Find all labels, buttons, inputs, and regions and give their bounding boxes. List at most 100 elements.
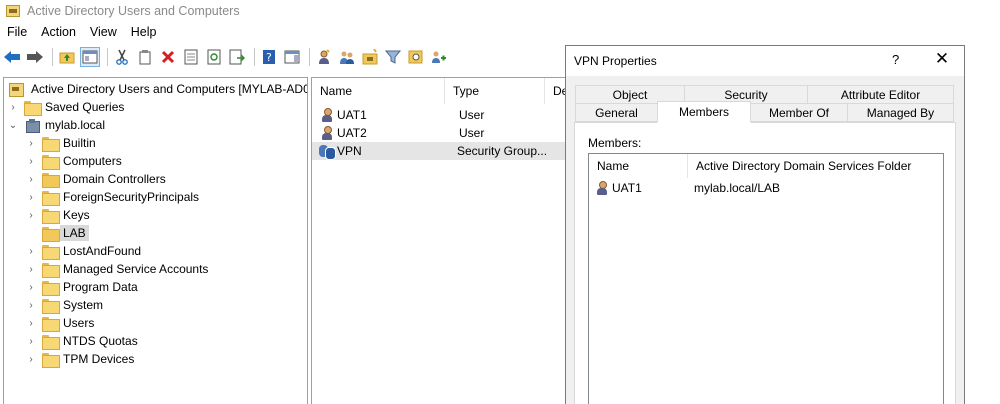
show-action-pane-icon[interactable] bbox=[282, 47, 302, 67]
new-user-icon[interactable] bbox=[314, 47, 334, 67]
column-header-name[interactable]: Name bbox=[589, 154, 688, 178]
folder-icon bbox=[42, 280, 60, 296]
dialog-title-bar[interactable]: VPN Properties ? ✕ bbox=[566, 46, 964, 76]
tree-item-managed-service-accounts[interactable]: › Managed Service Accounts bbox=[26, 260, 211, 278]
tree-item-computers[interactable]: › Computers bbox=[26, 152, 125, 170]
item-type: User bbox=[459, 108, 485, 122]
tree-item-domain[interactable]: ⌄ mylab.local bbox=[8, 116, 108, 134]
member-row[interactable]: UAT1 mylab.local/LAB bbox=[589, 179, 943, 197]
find-icon[interactable] bbox=[406, 47, 426, 67]
tab-general[interactable]: General bbox=[575, 103, 658, 122]
chevron-right-icon[interactable]: › bbox=[26, 314, 36, 332]
item-name: VPN bbox=[337, 144, 362, 158]
tree-item-lab[interactable]: LAB bbox=[26, 224, 89, 242]
add-to-group-icon[interactable] bbox=[429, 47, 449, 67]
svg-text:?: ? bbox=[266, 51, 272, 64]
aduc-app-icon bbox=[6, 5, 20, 17]
menu-bar: File Action View Help bbox=[0, 22, 1000, 42]
user-icon bbox=[595, 180, 609, 196]
console-tree[interactable]: Active Directory Users and Computers [MY… bbox=[3, 77, 308, 404]
menu-action[interactable]: Action bbox=[34, 25, 83, 39]
folder-icon bbox=[42, 262, 60, 278]
user-icon bbox=[320, 107, 334, 123]
copy-icon[interactable] bbox=[135, 47, 155, 67]
folder-icon bbox=[42, 208, 60, 224]
tree-item-builtin[interactable]: › Builtin bbox=[26, 134, 99, 152]
forward-arrow-icon[interactable] bbox=[25, 47, 45, 67]
tree-item-label: ForeignSecurityPrincipals bbox=[63, 190, 200, 204]
tree-item-program-data[interactable]: › Program Data bbox=[26, 278, 141, 296]
new-ou-icon[interactable] bbox=[360, 47, 380, 67]
menu-view[interactable]: View bbox=[83, 25, 124, 39]
chevron-right-icon[interactable]: › bbox=[26, 332, 36, 350]
chevron-right-icon[interactable]: › bbox=[26, 188, 36, 206]
export-list-icon[interactable] bbox=[227, 47, 247, 67]
cut-icon[interactable] bbox=[112, 47, 132, 67]
menu-help[interactable]: Help bbox=[124, 25, 164, 39]
tree-item-label: LAB bbox=[60, 225, 89, 241]
member-folder: mylab.local/LAB bbox=[694, 181, 781, 195]
column-header-name[interactable]: Name bbox=[312, 78, 445, 104]
chevron-right-icon[interactable]: › bbox=[26, 152, 36, 170]
filter-icon[interactable] bbox=[383, 47, 403, 67]
list-item[interactable]: UAT2 User bbox=[312, 124, 570, 142]
user-icon bbox=[320, 125, 334, 141]
chevron-right-icon[interactable]: › bbox=[26, 242, 36, 260]
chevron-right-icon[interactable]: › bbox=[26, 260, 36, 278]
menu-file[interactable]: File bbox=[0, 25, 34, 39]
members-label: Members: bbox=[588, 136, 642, 150]
folder-icon bbox=[42, 190, 60, 206]
tab-attribute-editor[interactable]: Attribute Editor bbox=[807, 85, 954, 104]
title-bar: Active Directory Users and Computers bbox=[0, 0, 1000, 22]
tab-members[interactable]: Members bbox=[657, 101, 751, 123]
list-item[interactable]: UAT1 User bbox=[312, 106, 570, 124]
folder-icon bbox=[42, 136, 60, 152]
properties-icon[interactable] bbox=[181, 47, 201, 67]
window-title: Active Directory Users and Computers bbox=[27, 4, 240, 18]
item-name: UAT2 bbox=[337, 126, 367, 140]
tree-item-system[interactable]: › System bbox=[26, 296, 106, 314]
toolbar-separator bbox=[52, 48, 53, 66]
tab-managed-by[interactable]: Managed By bbox=[847, 103, 954, 122]
tree-item-saved-queries[interactable]: › Saved Queries bbox=[8, 98, 127, 116]
ou-folder-icon bbox=[42, 226, 60, 242]
dialog-title: VPN Properties bbox=[574, 54, 657, 68]
ou-folder-icon bbox=[42, 172, 60, 188]
tree-item-foreign-security-principals[interactable]: › ForeignSecurityPrincipals bbox=[26, 188, 202, 206]
tree-item-users[interactable]: › Users bbox=[26, 314, 97, 332]
tree-item-label: Users bbox=[63, 316, 95, 330]
refresh-icon[interactable] bbox=[204, 47, 224, 67]
chevron-right-icon[interactable]: › bbox=[26, 206, 36, 224]
chevron-down-icon[interactable]: ⌄ bbox=[8, 116, 18, 134]
chevron-right-icon[interactable]: › bbox=[26, 170, 36, 188]
list-item[interactable]: VPN Security Group... bbox=[312, 142, 570, 160]
tree-root[interactable]: Active Directory Users and Computers [MY… bbox=[8, 80, 307, 98]
tab-member-of[interactable]: Member Of bbox=[750, 103, 848, 122]
tree-item-keys[interactable]: › Keys bbox=[26, 206, 93, 224]
folder-icon bbox=[42, 244, 60, 260]
help-icon[interactable]: ? bbox=[259, 47, 279, 67]
help-icon[interactable]: ? bbox=[892, 52, 899, 67]
tree-item-label: Keys bbox=[63, 208, 90, 222]
chevron-right-icon[interactable]: › bbox=[26, 296, 36, 314]
up-folder-icon[interactable] bbox=[57, 47, 77, 67]
new-group-icon[interactable] bbox=[337, 47, 357, 67]
close-icon[interactable]: ✕ bbox=[932, 49, 952, 69]
details-pane[interactable]: Name Type De UAT1 User UAT2 User VPN Sec… bbox=[311, 77, 571, 404]
show-console-tree-icon[interactable] bbox=[80, 47, 100, 67]
delete-icon[interactable] bbox=[158, 47, 178, 67]
chevron-right-icon[interactable]: › bbox=[8, 98, 18, 116]
tree-item-ntds-quotas[interactable]: › NTDS Quotas bbox=[26, 332, 141, 350]
chevron-right-icon[interactable]: › bbox=[26, 134, 36, 152]
tree-item-label: System bbox=[63, 298, 104, 312]
chevron-right-icon[interactable]: › bbox=[26, 350, 36, 368]
tree-item-tpm-devices[interactable]: › TPM Devices bbox=[26, 350, 137, 368]
back-arrow-icon[interactable] bbox=[2, 47, 22, 67]
tree-item-lost-and-found[interactable]: › LostAndFound bbox=[26, 242, 144, 260]
members-list[interactable]: Name Active Directory Domain Services Fo… bbox=[588, 153, 944, 404]
column-header-type[interactable]: Type bbox=[445, 78, 545, 104]
chevron-right-icon[interactable]: › bbox=[26, 278, 36, 296]
column-header-folder[interactable]: Active Directory Domain Services Folder bbox=[688, 154, 938, 178]
tree-item-domain-controllers[interactable]: › Domain Controllers bbox=[26, 170, 169, 188]
tree-item-label: TPM Devices bbox=[63, 352, 135, 366]
